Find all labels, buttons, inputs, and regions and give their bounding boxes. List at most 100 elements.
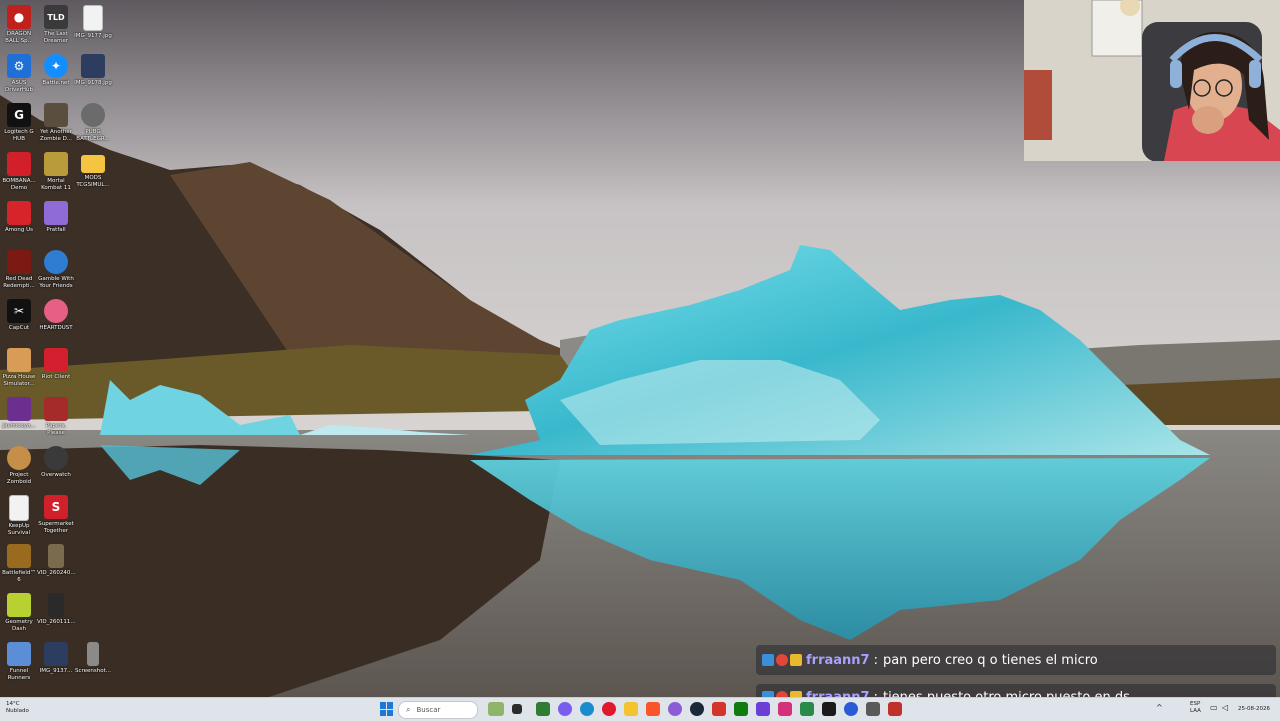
app-icon[interactable] bbox=[800, 702, 814, 716]
pratfall-icon bbox=[44, 201, 68, 225]
opera-icon[interactable] bbox=[602, 702, 616, 716]
edge-icon[interactable] bbox=[580, 702, 594, 716]
desktop-icon-img-9137[interactable]: IMG_9137... bbox=[37, 639, 75, 675]
battlenet-icon: ✦ bbox=[44, 54, 68, 78]
desktop-icon-pubg[interactable]: PUBG BATTLEGR... bbox=[74, 100, 112, 143]
desktop-icon-label: PUBG BATTLEGR... bbox=[76, 129, 110, 142]
desktop-icon-logitech-g-hub[interactable]: G Logitech G HUB bbox=[0, 100, 38, 143]
file-icon bbox=[9, 495, 29, 521]
desktop-icon-riot-client[interactable]: Riot Client bbox=[37, 345, 75, 381]
app-icon[interactable] bbox=[712, 702, 726, 716]
desktop-icon-overwatch[interactable]: Overwatch bbox=[37, 443, 75, 479]
desktop-icon-label: Overwatch bbox=[41, 472, 71, 478]
funnel-icon bbox=[7, 642, 31, 666]
desktop-icon-the-last-dreamer[interactable]: TLD The Last Dreamer bbox=[37, 2, 75, 45]
webcam-feed bbox=[1024, 0, 1280, 161]
desktop-icon-yet-another-zombie[interactable]: Yet Another Zombie D... bbox=[37, 100, 75, 143]
capcut-icon[interactable] bbox=[822, 702, 836, 716]
desktop-icon-javinicoyo[interactable]: javinicoyo... bbox=[0, 394, 38, 430]
desktop-icon-keepup-survival[interactable]: KeepUp Survival bbox=[0, 492, 38, 537]
tld-icon: TLD bbox=[44, 5, 68, 29]
chat-badges bbox=[762, 654, 802, 666]
desktop-icon-battlefield-6[interactable]: Battlefield™ 6 bbox=[0, 541, 38, 584]
logitech-icon: G bbox=[7, 103, 31, 127]
app-icon[interactable] bbox=[778, 702, 792, 716]
desktop-icon-papers-please[interactable]: Papers, Please bbox=[37, 394, 75, 437]
clock[interactable]: 25-08-2026 bbox=[1238, 706, 1270, 713]
game-icon[interactable] bbox=[488, 702, 504, 716]
folder-icon bbox=[81, 155, 105, 173]
desktop-icon-among-us[interactable]: Among Us bbox=[0, 198, 38, 234]
desktop-icon-geometry-dash[interactable]: Geometry Dash bbox=[0, 590, 38, 633]
riot-icon bbox=[44, 348, 68, 372]
desktop-icon-vid-260240[interactable]: VID_260240... bbox=[37, 541, 76, 577]
badge-icon bbox=[762, 654, 774, 666]
tray-chevron-icon[interactable]: ^ bbox=[1156, 704, 1163, 712]
desktop-icon-mortal-kombat-11[interactable]: Mortal Kombat 11 bbox=[37, 149, 75, 192]
date-label: 25-08-2026 bbox=[1238, 706, 1270, 712]
file-explorer-icon[interactable] bbox=[624, 702, 638, 716]
steam-icon[interactable] bbox=[690, 702, 704, 716]
zomboid-icon bbox=[7, 446, 31, 470]
desktop-icon-screenshot[interactable]: Screenshot... bbox=[74, 639, 112, 675]
desktop-icon-label: Geometry Dash bbox=[5, 619, 33, 632]
desktop-icon-supermarket-together[interactable]: S Supermarket Together bbox=[37, 492, 75, 535]
desktop-icon-mods-folder[interactable]: MODS TCGSIMUL... bbox=[74, 149, 112, 189]
chat-separator: : bbox=[873, 652, 878, 668]
screenshot-icon bbox=[87, 642, 99, 666]
desktop-icon-red-dead-redemption[interactable]: Red Dead Redempti... bbox=[0, 247, 38, 290]
chat-message: frraann7 : pan pero creo q o tienes el m… bbox=[756, 645, 1276, 675]
video-icon bbox=[48, 593, 64, 617]
desktop-icon-funnel-runners[interactable]: Funnel Runners bbox=[0, 639, 38, 682]
desktop-icon-label: VID_260240... bbox=[37, 570, 76, 576]
start-icon[interactable] bbox=[380, 702, 393, 716]
asus-icon: ⚙ bbox=[7, 54, 31, 78]
desktop-icon-asus-driverhub[interactable]: ⚙ ASUS DriverHub bbox=[0, 51, 38, 94]
app-icon[interactable] bbox=[536, 702, 550, 716]
papers-icon bbox=[44, 397, 68, 421]
search-box[interactable]: ⌕ Buscar bbox=[398, 701, 478, 719]
desktop-icon-label: Pizza House Simulator... bbox=[2, 374, 36, 387]
bombana-icon bbox=[7, 152, 31, 176]
desktop-icon-gamble-with-your-friends[interactable]: Gamble With Your Friends bbox=[37, 247, 75, 290]
desktop-icon-label: DRAGON BALL Sp... bbox=[5, 31, 33, 44]
chat-username: frraann7 bbox=[806, 652, 870, 668]
desktop-icon-heartdust[interactable]: HEARTDUST bbox=[37, 296, 75, 332]
desktop-icon-label: Screenshot... bbox=[74, 668, 112, 674]
desktop-icon-label: Project Zomboid bbox=[6, 472, 32, 485]
desktop-icon-capcut[interactable]: ✂ CapCut bbox=[0, 296, 38, 332]
app-icon[interactable] bbox=[756, 702, 770, 716]
desktop-icon-img-9178[interactable]: IMG_9178.jpg bbox=[74, 51, 112, 87]
task-view-icon[interactable] bbox=[512, 704, 522, 714]
network-icon[interactable]: ▭ bbox=[1210, 704, 1218, 712]
desktop-icon-battle-net[interactable]: ✦ Battle.net bbox=[37, 51, 75, 87]
language-code: ESP bbox=[1190, 701, 1201, 707]
desktop-icon-label: Among Us bbox=[4, 227, 34, 233]
copilot-icon[interactable] bbox=[558, 702, 572, 716]
mk-icon bbox=[44, 152, 68, 176]
desktop-icon-dragon-ball[interactable]: ● DRAGON BALL Sp... bbox=[0, 2, 38, 45]
app-icon[interactable] bbox=[844, 702, 858, 716]
desktop-icon-label: KeepUp Survival bbox=[7, 523, 31, 536]
language-indicator[interactable]: ESP LAA bbox=[1190, 701, 1201, 715]
desktop-icon-grid: ● DRAGON BALL Sp... TLD The Last Dreamer… bbox=[0, 0, 120, 700]
desktop-icon-project-zomboid[interactable]: Project Zomboid bbox=[0, 443, 38, 486]
weather-desc: Nublado bbox=[6, 708, 29, 714]
desktop-icon-pratfall[interactable]: Pratfall bbox=[37, 198, 75, 234]
desktop-icon-label: Battlefield™ 6 bbox=[2, 570, 36, 583]
desktop-icon-label: Riot Client bbox=[41, 374, 71, 380]
app-icon[interactable] bbox=[866, 702, 880, 716]
obs-icon[interactable] bbox=[888, 702, 902, 716]
volume-icon[interactable]: ◁ bbox=[1222, 704, 1228, 712]
brave-icon[interactable] bbox=[646, 702, 660, 716]
desktop-icon-bombana-demo[interactable]: BOMBANA... Demo bbox=[0, 149, 38, 192]
desktop-icon-pizza-house[interactable]: Pizza House Simulator... bbox=[0, 345, 38, 388]
overwatch-icon bbox=[44, 446, 68, 470]
app-icon[interactable] bbox=[668, 702, 682, 716]
desktop-icon-vid-260111[interactable]: VID_260111... bbox=[37, 590, 76, 626]
xbox-icon[interactable] bbox=[734, 702, 748, 716]
desktop-icon-label: Yet Another Zombie D... bbox=[39, 129, 73, 142]
weather-widget[interactable]: 14°C Nublado bbox=[6, 701, 29, 715]
battlefield-icon bbox=[7, 544, 31, 568]
desktop-icon-img-9177[interactable]: IMG_9177.jpg bbox=[74, 2, 112, 40]
